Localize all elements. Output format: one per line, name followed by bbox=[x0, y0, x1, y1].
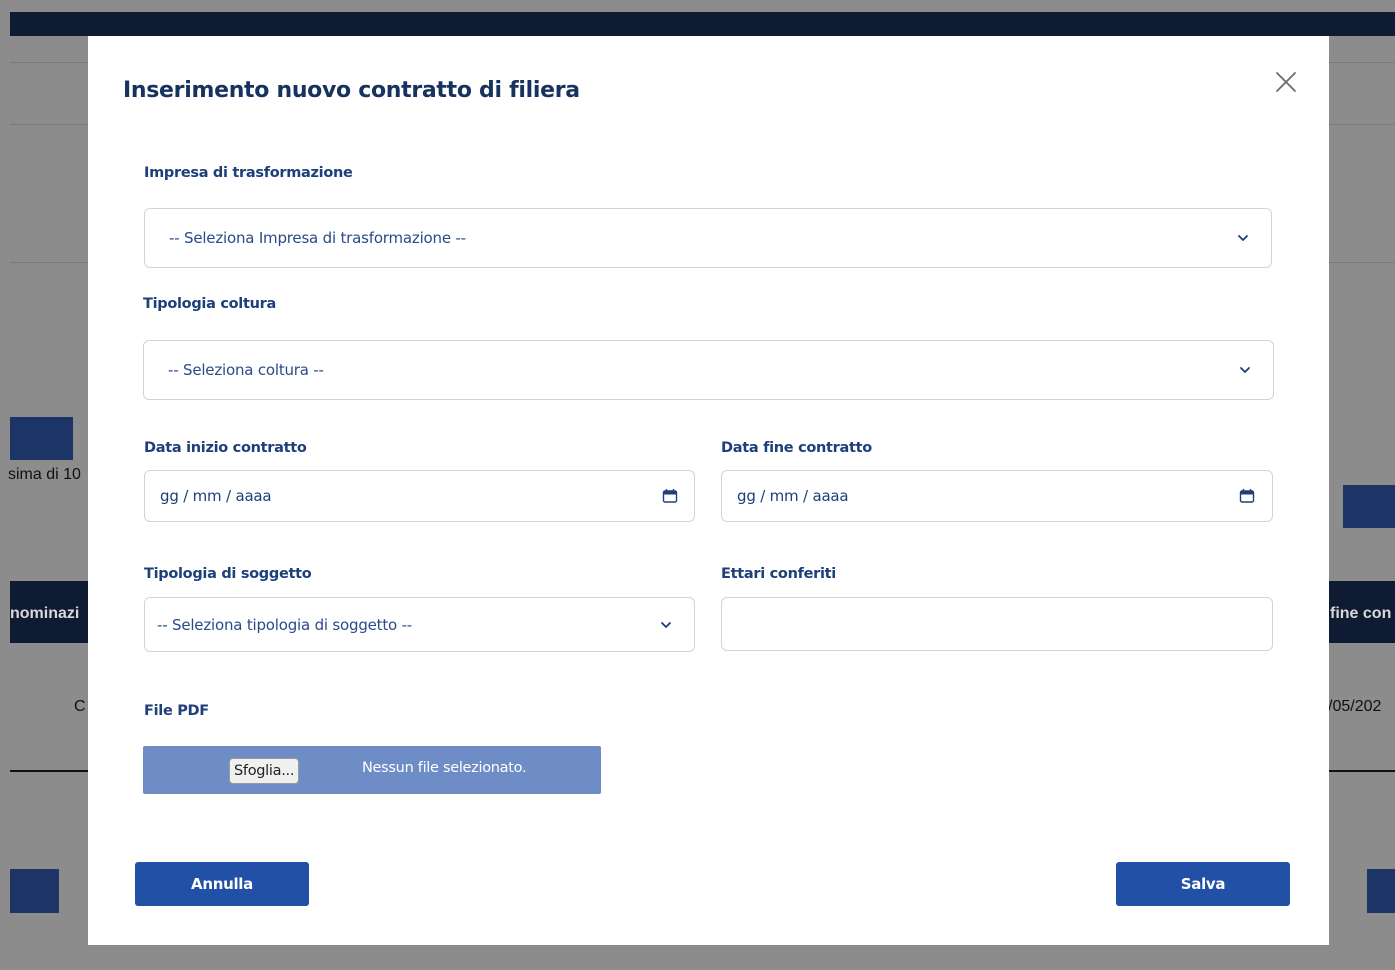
data-fine-input[interactable]: gg / mm / aaaa bbox=[721, 470, 1273, 522]
save-button[interactable]: Salva bbox=[1116, 862, 1290, 906]
file-status-text: Nessun file selezionato. bbox=[362, 760, 527, 776]
data-fine-placeholder: gg / mm / aaaa bbox=[737, 487, 849, 505]
close-icon bbox=[1276, 72, 1296, 92]
data-fine-label: Data fine contratto bbox=[721, 440, 872, 456]
cancel-button[interactable]: Annulla bbox=[135, 862, 309, 906]
soggetto-select-value: -- Seleziona tipologia di soggetto -- bbox=[157, 615, 413, 634]
impresa-select[interactable]: -- Seleziona Impresa di trasformazione -… bbox=[144, 208, 1272, 268]
ettari-input[interactable] bbox=[721, 597, 1273, 651]
ettari-label: Ettari conferiti bbox=[721, 566, 836, 582]
background-row-text: C bbox=[74, 698, 86, 715]
file-pdf-label: File PDF bbox=[144, 703, 209, 719]
background-text: sima di 10 bbox=[8, 466, 81, 483]
page: sima di 10 nominazi fine con C /05/202 I… bbox=[0, 0, 1395, 970]
browse-button[interactable]: Sfoglia... bbox=[229, 758, 300, 784]
contract-modal: Inserimento nuovo contratto di filiera I… bbox=[88, 36, 1329, 945]
background-header-text: nominazi bbox=[10, 605, 80, 622]
background-button bbox=[10, 869, 59, 913]
modal-title: Inserimento nuovo contratto di filiera bbox=[123, 78, 580, 103]
background-button bbox=[10, 417, 73, 460]
chevron-down-icon bbox=[1240, 367, 1250, 373]
soggetto-label: Tipologia di soggetto bbox=[144, 566, 312, 582]
data-inizio-placeholder: gg / mm / aaaa bbox=[160, 487, 272, 505]
file-pdf-input[interactable]: Sfoglia... Nessun file selezionato. bbox=[143, 746, 601, 794]
background-top-bar bbox=[10, 12, 1395, 36]
calendar-icon[interactable] bbox=[662, 488, 678, 504]
data-inizio-label: Data inizio contratto bbox=[144, 440, 307, 456]
coltura-select-value: -- Seleziona coltura -- bbox=[168, 361, 324, 379]
coltura-label: Tipologia coltura bbox=[143, 296, 276, 312]
coltura-select[interactable]: -- Seleziona coltura -- bbox=[143, 340, 1274, 400]
soggetto-select[interactable]: -- Seleziona tipologia di soggetto -- bbox=[144, 597, 695, 652]
data-inizio-input[interactable]: gg / mm / aaaa bbox=[144, 470, 695, 522]
chevron-down-icon bbox=[661, 621, 671, 628]
impresa-select-value: -- Seleziona Impresa di trasformazione -… bbox=[169, 229, 466, 247]
chevron-down-icon bbox=[1238, 235, 1248, 241]
background-button bbox=[1367, 869, 1395, 913]
close-button[interactable] bbox=[1272, 68, 1300, 96]
impresa-label: Impresa di trasformazione bbox=[144, 165, 353, 181]
background-row-text: /05/202 bbox=[1328, 698, 1382, 715]
background-header-text: fine con bbox=[1330, 605, 1392, 622]
calendar-icon[interactable] bbox=[1239, 488, 1255, 504]
background-button bbox=[1343, 485, 1395, 528]
